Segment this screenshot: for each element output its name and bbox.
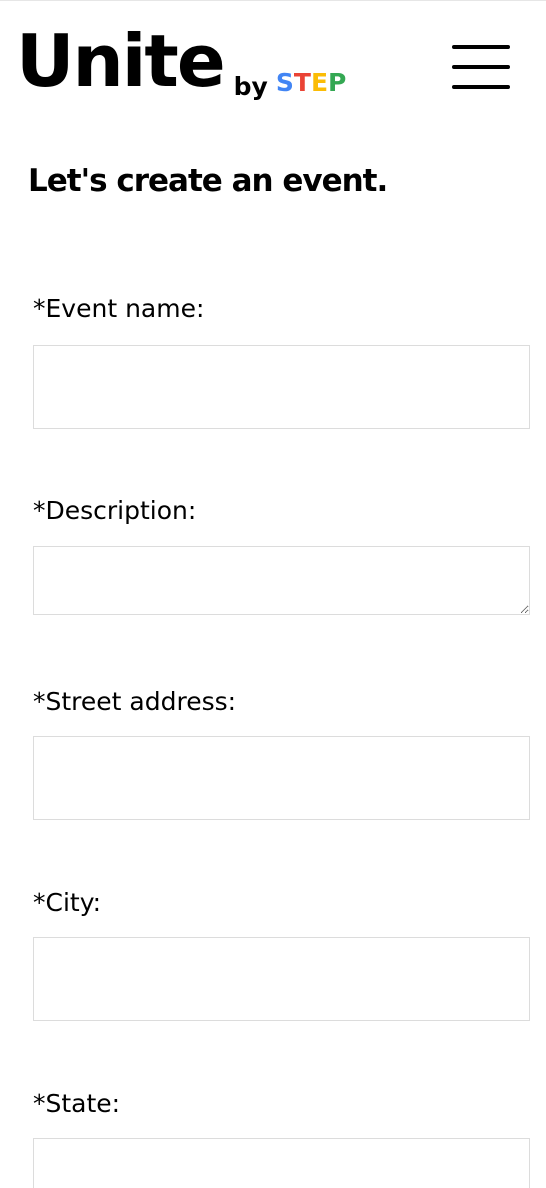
logo-unite-text: Unite [16, 19, 226, 103]
logo-step-letter: P [328, 68, 347, 97]
event-name-input[interactable] [33, 345, 530, 429]
create-event-page: Unite by S T E P Let's create an event. … [0, 0, 546, 1188]
description-textarea[interactable] [33, 546, 530, 615]
street-address-label: *Street address: [33, 687, 237, 716]
logo-step-letter: E [310, 68, 329, 97]
event-name-label: *Event name: [33, 294, 205, 323]
menu-bar [452, 45, 510, 49]
logo-step-letter: S [275, 68, 294, 97]
header: Unite by S T E P [0, 1, 546, 121]
logo-by-text: by [233, 72, 268, 101]
logo-step-text: S T E P [276, 70, 346, 95]
state-label: *State: [33, 1089, 121, 1118]
menu-bar [452, 85, 510, 89]
logo[interactable]: Unite by S T E P [16, 21, 346, 101]
description-label: *Description: [33, 496, 197, 525]
city-input[interactable] [33, 937, 530, 1021]
menu-bar [452, 65, 510, 69]
hamburger-menu-icon[interactable] [448, 41, 514, 93]
logo-step-letter: T [293, 68, 311, 97]
state-input[interactable] [33, 1138, 530, 1188]
street-address-input[interactable] [33, 736, 530, 820]
city-label: *City: [33, 888, 102, 917]
page-title: Let's create an event. [28, 163, 388, 199]
